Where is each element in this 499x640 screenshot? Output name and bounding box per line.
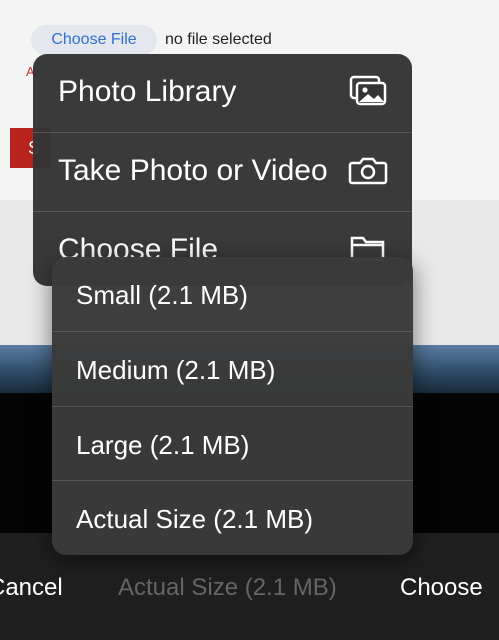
menu-item-take-photo[interactable]: Take Photo or Video — [33, 133, 412, 211]
size-option-label: Actual Size (2.1 MB) — [76, 504, 313, 534]
size-option-label: Small (2.1 MB) — [76, 280, 248, 310]
menu-item-label: Take Photo or Video — [58, 154, 328, 187]
size-option-medium[interactable]: Medium (2.1 MB) — [52, 332, 413, 406]
camera-icon — [348, 153, 388, 187]
size-option-actual[interactable]: Actual Size (2.1 MB) — [52, 481, 413, 555]
choose-button[interactable]: Choose — [400, 574, 483, 602]
cancel-button[interactable]: Cancel — [0, 574, 63, 602]
size-option-large[interactable]: Large (2.1 MB) — [52, 407, 413, 481]
choose-file-button[interactable]: Choose File — [31, 25, 157, 55]
file-source-menu: Photo Library Take Photo or Video Choose… — [33, 54, 412, 286]
menu-item-label: Photo Library — [58, 75, 237, 108]
image-size-menu: Small (2.1 MB) Medium (2.1 MB) Large (2.… — [52, 257, 413, 555]
file-status-text: no file selected — [165, 31, 272, 48]
size-option-small[interactable]: Small (2.1 MB) — [52, 257, 413, 331]
size-option-label: Large (2.1 MB) — [76, 430, 250, 460]
size-option-label: Medium (2.1 MB) — [76, 355, 276, 385]
photo-library-icon — [348, 74, 388, 108]
selected-size-label: Actual Size (2.1 MB) — [118, 574, 337, 601]
menu-item-photo-library[interactable]: Photo Library — [33, 54, 412, 132]
